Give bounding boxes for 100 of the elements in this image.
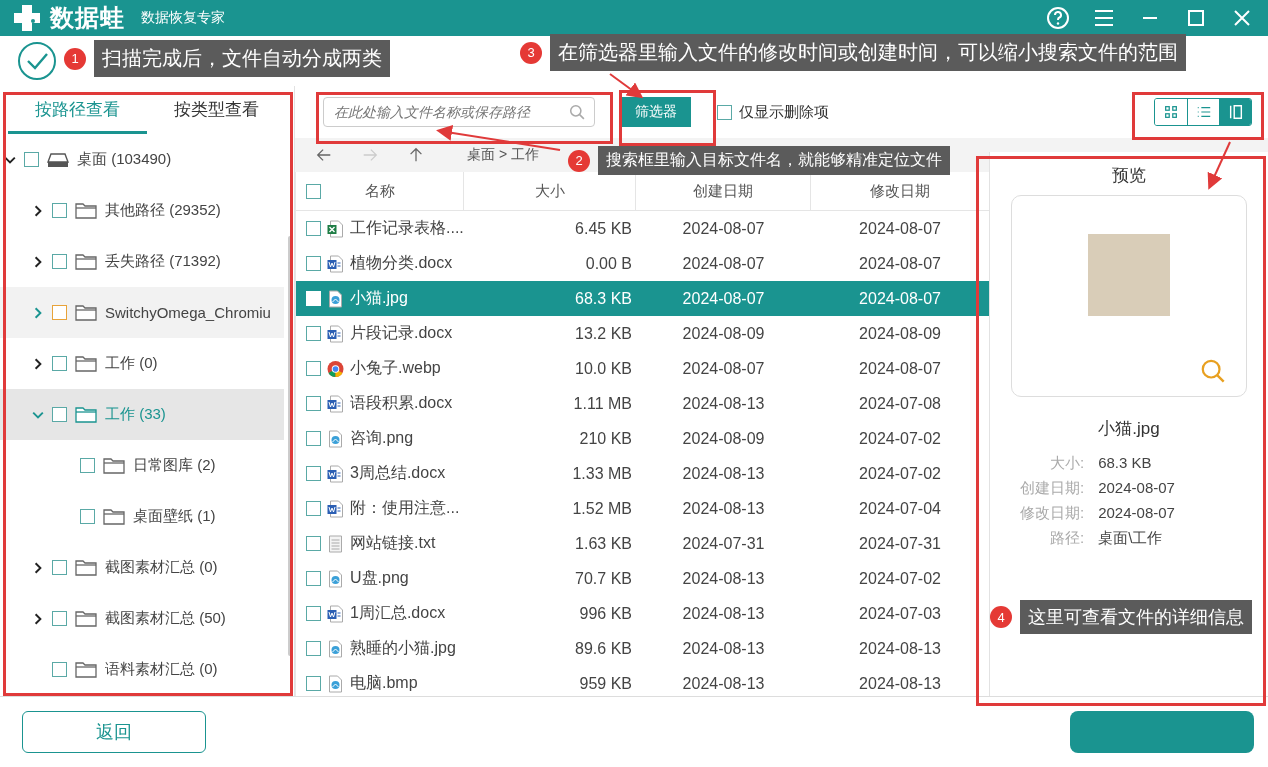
chevron-icon[interactable] [32, 612, 44, 625]
tree-item[interactable]: 桌面 (103490) [0, 134, 284, 185]
file-name: 小猫.jpg [350, 288, 408, 308]
file-row[interactable]: 电脑.bmp 959 KB 2024-08-13 2024-08-13 [296, 666, 989, 696]
back-button[interactable]: 返回 [22, 711, 206, 753]
file-row[interactable]: 1周汇总.docx 996 KB 2024-08-13 2024-07-03 [296, 596, 989, 631]
spreadsheet-icon [327, 219, 344, 238]
checkbox[interactable] [306, 183, 321, 199]
up-arrow-icon[interactable] [407, 146, 425, 164]
view-tab[interactable]: 按类型查看 [147, 88, 286, 134]
tree-item[interactable]: 其他路径 (29352) [0, 185, 284, 236]
tree-item[interactable]: 截图素材汇总 (50) [0, 593, 284, 644]
app-logo-text: 数据蛙 [50, 3, 125, 33]
tree-item[interactable]: 桌面壁纸 (1) [0, 491, 284, 542]
created-date: 2024-08-13 [682, 674, 765, 692]
column-header[interactable]: 创建日期 [693, 181, 753, 201]
file-row[interactable]: 植物分类.docx 0.00 B 2024-08-07 2024-08-07 [296, 246, 989, 281]
modified-date: 2024-08-07 [859, 254, 941, 272]
step-badge: 1 [64, 47, 86, 70]
callout-text: 搜索框里输入目标文件名，就能够精准定位文件 [598, 146, 950, 175]
checkbox[interactable] [24, 152, 39, 167]
chevron-icon[interactable] [32, 561, 44, 574]
checkbox[interactable] [80, 458, 95, 473]
view-tab[interactable]: 按路径查看 [8, 88, 147, 134]
tree-item[interactable]: 语料素材汇总 (0) [0, 644, 284, 695]
checkbox[interactable] [52, 611, 67, 626]
chevron-icon[interactable] [32, 357, 44, 370]
file-row[interactable]: U盘.png 70.7 KB 2024-08-13 2024-07-02 [296, 561, 989, 596]
checkbox[interactable] [306, 536, 321, 551]
checkbox[interactable] [306, 256, 321, 271]
checkbox[interactable] [306, 571, 321, 586]
checkbox[interactable] [52, 254, 67, 269]
modified-date: 2024-08-07 [859, 219, 941, 237]
checkbox[interactable] [52, 356, 67, 371]
file-row[interactable]: 熟睡的小猫.jpg 89.6 KB 2024-08-13 2024-08-13 [296, 631, 989, 666]
scrollbar[interactable] [288, 236, 292, 656]
modified-date: 2024-07-04 [859, 499, 941, 517]
file-row[interactable]: 网站链接.txt 1.63 KB 2024-07-31 2024-07-31 [296, 526, 989, 561]
checkbox[interactable] [306, 431, 321, 446]
tree-item[interactable]: 丢失路径 (71392) [0, 236, 284, 287]
modified-date: 2024-08-07 [859, 289, 941, 307]
checkbox[interactable] [306, 326, 321, 341]
modified-date: 2024-08-13 [859, 674, 941, 692]
checkbox[interactable] [306, 676, 321, 691]
file-row[interactable]: 小猫.jpg 68.3 KB 2024-08-07 2024-08-07 [296, 281, 989, 316]
tree-label: 工作 (0) [105, 354, 158, 373]
breadcrumb-path[interactable]: 桌面 > 工作 [467, 146, 539, 164]
search-field[interactable]: 在此处输入文件名称或保存路径 [323, 97, 595, 127]
file-row[interactable]: 小兔子.webp 10.0 KB 2024-08-07 2024-08-07 [296, 351, 989, 386]
tree-item[interactable]: SwitchyOmega_Chromiu [0, 287, 284, 338]
folder-icon [75, 355, 97, 372]
zoom-icon[interactable] [1200, 358, 1226, 384]
checkbox[interactable] [306, 501, 321, 516]
chevron-icon[interactable] [32, 204, 44, 217]
file-row[interactable]: 咨询.png 210 KB 2024-08-09 2024-07-02 [296, 421, 989, 456]
back-arrow-icon[interactable] [315, 146, 333, 164]
file-row[interactable]: 语段积累.docx 1.11 MB 2024-08-13 2024-07-08 [296, 386, 989, 421]
checkbox[interactable] [52, 662, 67, 677]
checkbox[interactable] [306, 466, 321, 481]
panel-view-icon[interactable] [1219, 99, 1251, 125]
modified-date: 2024-07-08 [859, 394, 941, 412]
tree-label: 桌面壁纸 (1) [133, 507, 216, 526]
tree-item[interactable]: 工作 (0) [0, 338, 284, 389]
checkbox[interactable] [306, 396, 321, 411]
file-row[interactable]: 工作记录表格.... 6.45 KB 2024-08-07 2024-08-07 [296, 211, 989, 246]
column-header[interactable]: 修改日期 [870, 181, 930, 201]
tree-label: 工作 (33) [105, 405, 166, 424]
checkbox[interactable] [717, 104, 732, 120]
chevron-icon[interactable] [32, 255, 44, 268]
tree-item[interactable]: 截图素材汇总 (0) [0, 542, 284, 593]
help-icon[interactable] [1046, 6, 1070, 30]
folder-icon [75, 661, 97, 678]
filter-button[interactable]: 筛选器 [621, 97, 691, 127]
checkbox[interactable] [52, 560, 67, 575]
checkbox[interactable] [306, 641, 321, 656]
created-date: 2024-08-13 [682, 499, 765, 517]
created-date: 2024-08-13 [682, 639, 765, 657]
column-header[interactable]: 大小 [534, 181, 565, 201]
folder-icon [75, 559, 97, 576]
checkbox[interactable] [80, 509, 95, 524]
checkbox[interactable] [52, 305, 67, 320]
checkbox[interactable] [306, 606, 321, 621]
forward-arrow-icon[interactable] [361, 146, 379, 164]
detail-value: 68.3 KB [1098, 454, 1153, 473]
column-header[interactable]: 名称 [365, 181, 395, 201]
file-row[interactable]: 片段记录.docx 13.2 KB 2024-08-09 2024-08-09 [296, 316, 989, 351]
search-icon[interactable] [569, 103, 586, 121]
modified-date: 2024-07-03 [859, 604, 941, 622]
folder-icon [75, 202, 97, 219]
file-row[interactable]: 附：使用注意... 1.52 MB 2024-08-13 2024-07-04 [296, 491, 989, 526]
checkbox[interactable] [52, 407, 67, 422]
browser-icon [327, 359, 344, 378]
file-row[interactable]: 3周总结.docx 1.33 MB 2024-08-13 2024-07-02 [296, 456, 989, 491]
checkbox[interactable] [306, 361, 321, 376]
tree-item[interactable]: 日常图库 (2) [0, 440, 284, 491]
preview-title: 预览 [1112, 165, 1146, 187]
file-name: 3周总结.docx [350, 463, 446, 483]
checkbox[interactable] [306, 221, 321, 236]
checkbox[interactable] [52, 203, 67, 218]
created-date: 2024-07-31 [682, 534, 765, 552]
